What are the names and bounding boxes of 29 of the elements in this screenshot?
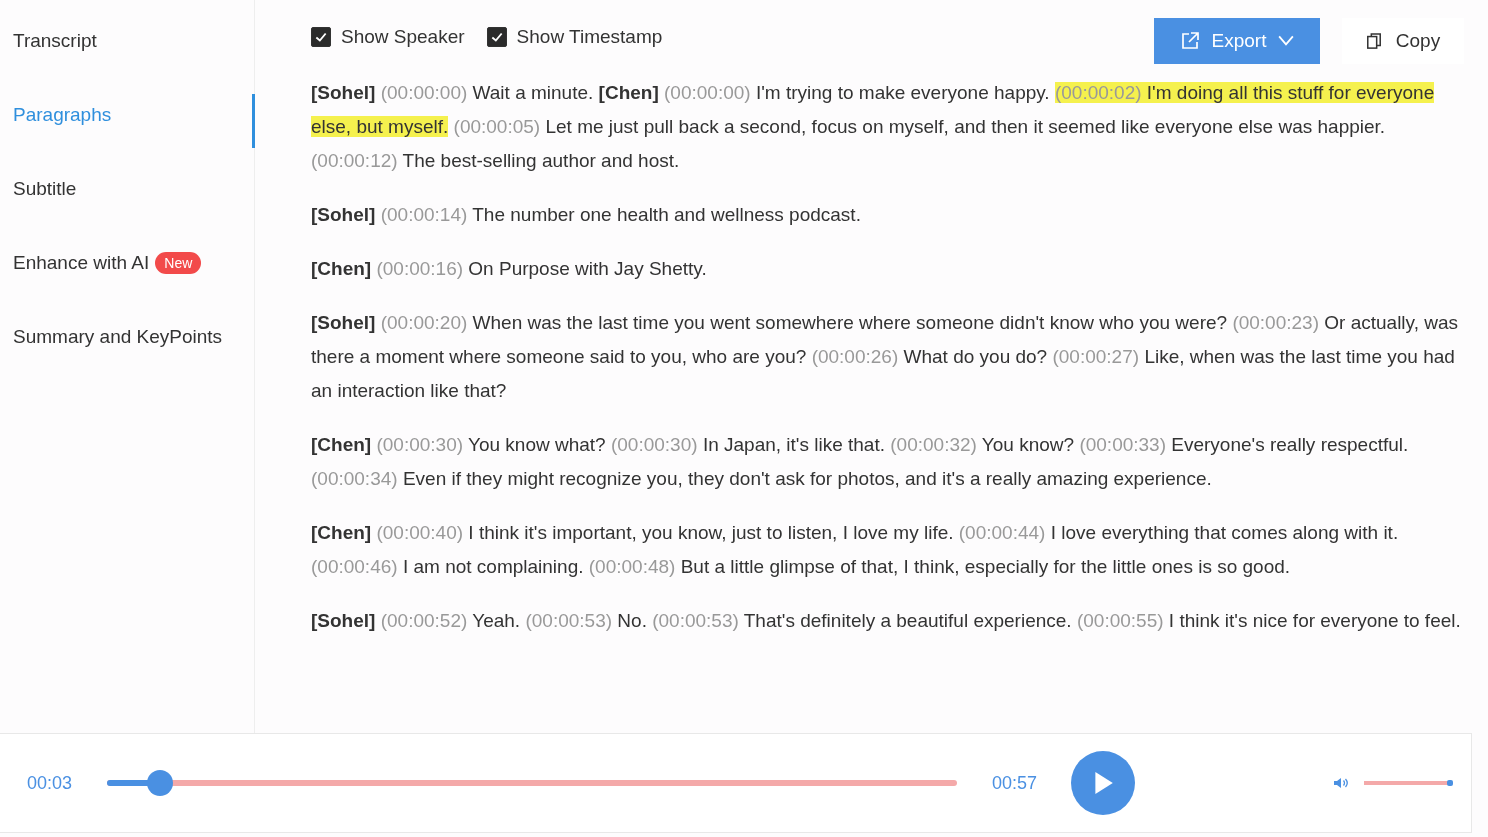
transcript-paragraph: [Chen] (00:00:16) On Purpose with Jay Shetty. <box>311 257 708 281</box>
volume-slider[interactable] <box>1361 780 1451 786</box>
volume-thumb[interactable] <box>1446 780 1453 786</box>
sidebar-item[interactable]: Summary and KeyPoints <box>13 326 223 348</box>
copy-icon <box>1365 31 1382 51</box>
transcript-paragraph: [Sohel] (00:00:00) Wait a minute. [Chen] (00:00:00) I'm trying to make everyone happy. (00:00:02) I'm doing all this stuff for everyone else, but myself. (00:00:05) Let me just pull back a second, focus on myself, and then it seemed like everyone else was happier. (00:00:12) The best-selling author and host. <box>311 81 1436 173</box>
sidebar-item[interactable]: Subtitle <box>13 178 77 200</box>
progress-thumb[interactable] <box>146 770 173 796</box>
checkbox-label: Show Timestamp <box>516 26 663 48</box>
check-icon <box>314 30 328 44</box>
volume-icon[interactable] <box>1333 775 1349 791</box>
transcript-paragraph: [Sohel] (00:00:14) The number one health and wellness podcast. <box>311 203 862 227</box>
duration: 00:57 <box>992 772 1038 794</box>
export-icon <box>1179 31 1200 51</box>
new-badge: New <box>155 252 202 274</box>
current-time: 00:03 <box>27 772 73 794</box>
sidebar-item[interactable]: Enhance with AI <box>13 252 150 274</box>
sidebar-item[interactable]: Transcript <box>13 30 97 52</box>
checkbox[interactable] <box>486 27 507 47</box>
play-icon <box>1092 771 1115 795</box>
checkbox-label: Show Speaker <box>341 26 465 48</box>
check-icon <box>489 30 504 44</box>
checkbox[interactable] <box>311 27 331 47</box>
transcript-paragraph: [Sohel] (00:00:20) When was the last time you went somewhere where someone didn't know who you were? (00:00:23) Or actually, was there a moment where someone said to you, who are you? (00:00:26) What do you do? (00:00:27) Like, when was the last time you had an interaction like that? <box>311 311 1460 403</box>
caret-icon <box>1278 35 1295 47</box>
active-indicator <box>252 94 255 148</box>
transcript-paragraph: [Sohel] (00:00:52) Yeah. (00:00:53) No. (00:00:53) That's definitely a beautiful experience. (00:00:55) I think it's nice for everyone to feel. <box>311 609 1462 633</box>
transcript-paragraph: [Chen] (00:00:30) You know what? (00:00:30) In Japan, it's like that. (00:00:32) You know? (00:00:33) Everyone's really respectful. (00:00:34) Even if they might recognize you, they don't ask for photos, and it's a really amazing experience. <box>311 433 1410 491</box>
transcript-paragraph: [Chen] (00:00:40) I think it's important, you know, just to listen, I love my life. (00:00:44) I love everything that comes along with it. (00:00:46) I am not complaining. (00:00:48) But a little glimpse of that, I think, especially for the little ones is so good. <box>311 521 1400 579</box>
